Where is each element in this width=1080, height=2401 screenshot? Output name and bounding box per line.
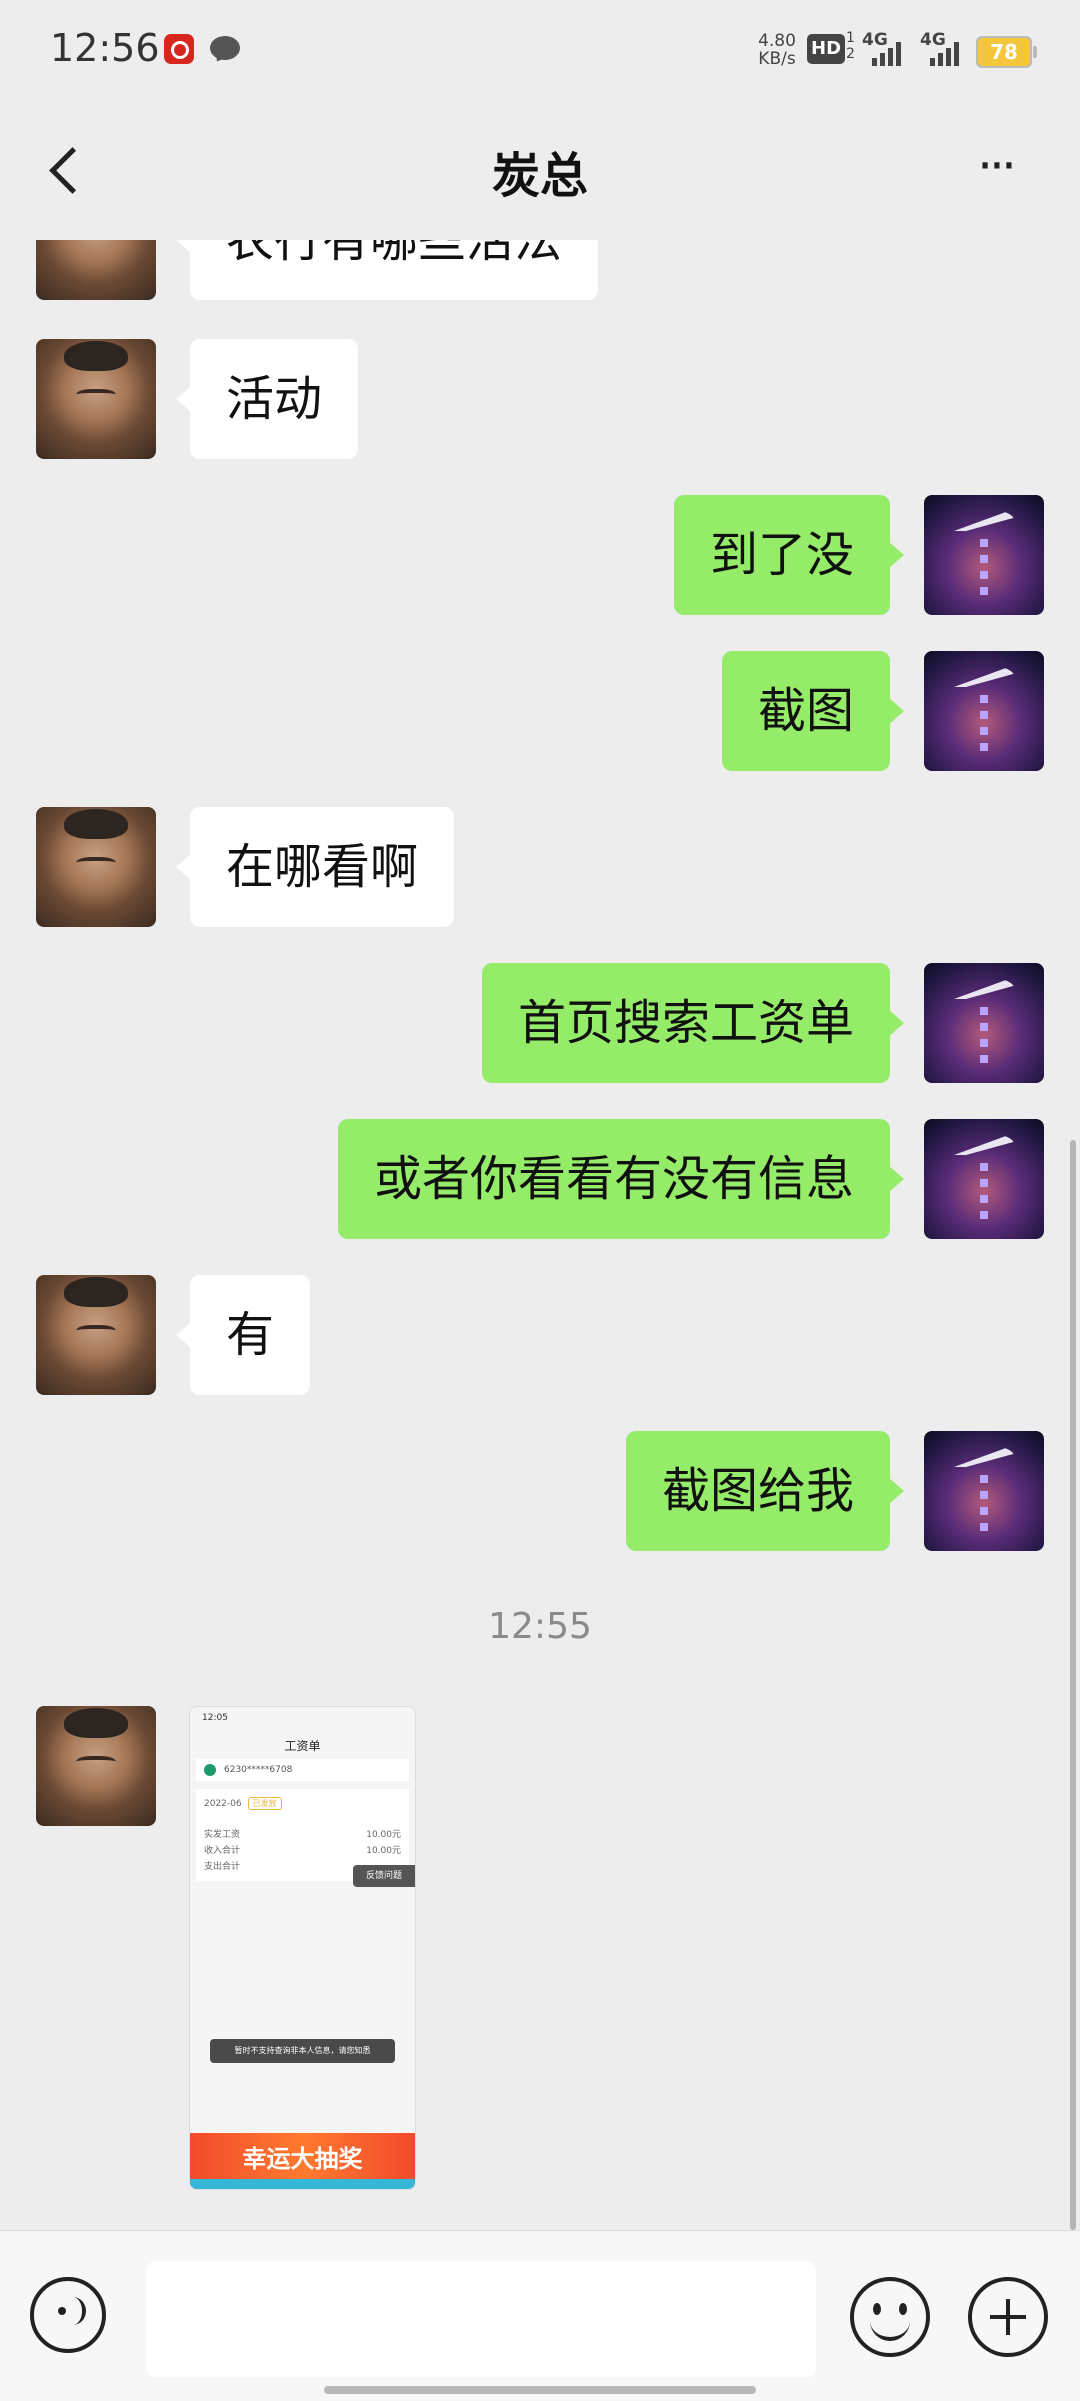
my-avatar[interactable] xyxy=(924,1119,1044,1239)
status-time: 12:56 xyxy=(50,26,160,70)
message-bubble-sent[interactable]: 截图 xyxy=(721,651,905,771)
network-speed-unit: KB/s xyxy=(758,49,796,69)
emoji-icon[interactable] xyxy=(850,2277,930,2357)
thumb-period: 2022-06 xyxy=(204,1799,242,1809)
my-avatar[interactable] xyxy=(924,495,1044,615)
my-avatar[interactable] xyxy=(924,651,1044,771)
message-bubble-sent[interactable]: 首页搜索工资单 xyxy=(481,963,905,1083)
thumb-status-tag: 已发放 xyxy=(247,1797,282,1810)
contact-avatar[interactable] xyxy=(36,807,156,927)
message-input[interactable] xyxy=(146,2261,816,2377)
battery-icon: 78 xyxy=(976,36,1037,68)
thumb-title: 工资单 xyxy=(284,1739,321,1753)
scrollbar[interactable] xyxy=(1070,1140,1076,2230)
my-avatar[interactable] xyxy=(924,1431,1044,1551)
thumb-status-time: 12:05 xyxy=(202,1713,228,1723)
thumb-row-value: 10.00元 xyxy=(366,1830,401,1840)
hd-sub-label: 1 2 xyxy=(846,30,855,62)
image-message[interactable]: 12:05 工资单 6230*****6708 2022-06 已发放 实发工资 … xyxy=(189,1706,416,2190)
hd-voice-icon: HD xyxy=(807,34,846,64)
voice-icon[interactable] xyxy=(30,2277,106,2353)
message-list[interactable]: 农行有哪些活法 活动 到了没 截图 在哪看啊 首页搜索工资单 或者你看看有没有信… xyxy=(0,240,1080,2230)
message-bubble-received[interactable]: 有 xyxy=(175,1275,311,1395)
thumb-lottery-banner: 幸运大抽奖 xyxy=(190,2133,415,2189)
chat-header: 炭总 ··· xyxy=(0,100,1080,240)
thumb-row-label: 收入合计 xyxy=(204,1846,241,1856)
network-speed-value: 4.80 xyxy=(758,31,796,51)
message-bubble-sent[interactable]: 或者你看看有没有信息 xyxy=(337,1119,905,1239)
message-bubble-received[interactable]: 在哪看啊 xyxy=(175,807,455,927)
contact-avatar[interactable] xyxy=(36,1706,156,1826)
thumb-row-value: 10.00元 xyxy=(366,1846,401,1856)
my-avatar[interactable] xyxy=(924,963,1044,1083)
contact-avatar[interactable] xyxy=(36,339,156,459)
netease-music-icon xyxy=(164,34,194,64)
message-timestamp: 12:55 xyxy=(488,1606,592,1647)
thumb-toast: 暂时不支持查询非本人信息，请您知悉 xyxy=(210,2039,395,2063)
thumb-row-label: 实发工资 xyxy=(204,1830,241,1840)
message-bubble-received[interactable]: 活动 xyxy=(175,339,359,459)
signal-icon-2: 4G xyxy=(920,30,972,66)
contact-avatar[interactable] xyxy=(36,1275,156,1395)
message-bubble-sent[interactable]: 截图给我 xyxy=(625,1431,905,1551)
network-speed: 4.80 KB/s xyxy=(752,32,802,68)
home-indicator[interactable] xyxy=(324,2386,756,2394)
contact-avatar[interactable] xyxy=(36,240,156,300)
thumb-row-label: 支出合计 xyxy=(204,1862,241,1872)
message-bubble-sent[interactable]: 到了没 xyxy=(673,495,905,615)
more-options-button[interactable]: ··· xyxy=(960,141,1030,196)
input-bar xyxy=(0,2230,1080,2401)
message-bubble-received[interactable]: 农行有哪些活法 xyxy=(175,240,599,300)
chat-title: 炭总 xyxy=(491,148,588,204)
plus-icon[interactable] xyxy=(968,2277,1048,2357)
status-bar: 12:56 4.80 KB/s HD 1 2 4G 4G 78 xyxy=(0,0,1080,100)
thumb-feedback-button: 反馈问题 xyxy=(353,1865,415,1887)
thumb-account: 6230*****6708 xyxy=(196,1759,409,1781)
signal-icon-1: 4G xyxy=(862,30,914,66)
message-icon xyxy=(210,36,240,60)
